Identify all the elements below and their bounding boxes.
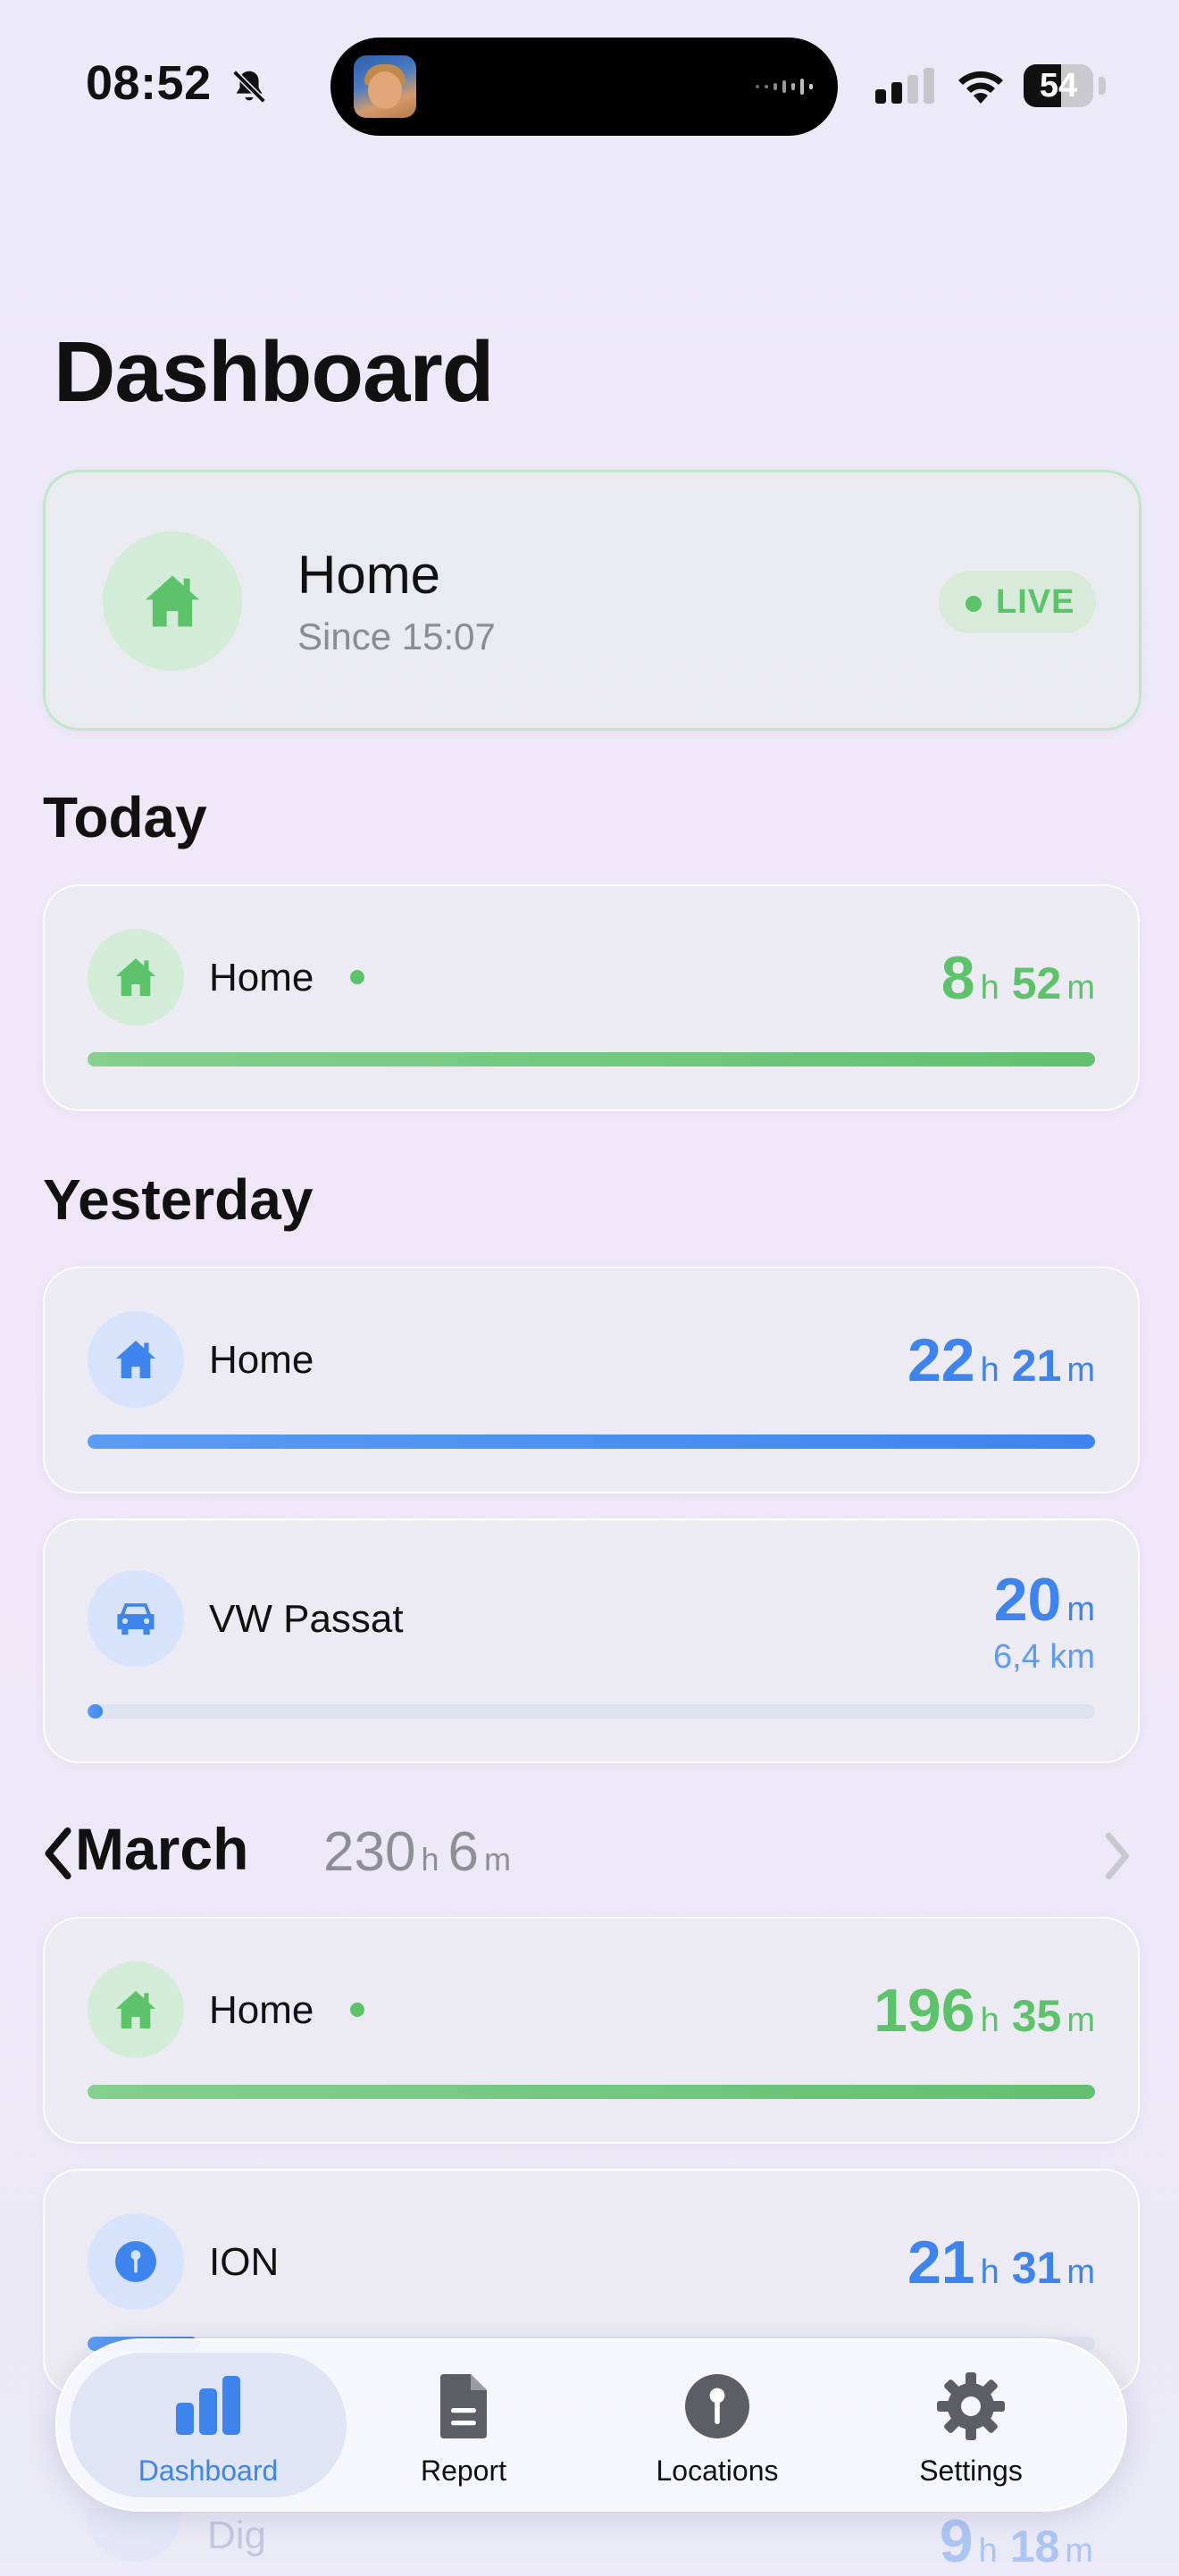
duration-value: 21 h 31 m bbox=[907, 2229, 1095, 2296]
duration-bar bbox=[88, 1052, 1095, 1066]
house-icon bbox=[115, 958, 156, 996]
duration-bar-fill bbox=[88, 1434, 1095, 1449]
tab-label: Report bbox=[420, 2455, 507, 2487]
battery-cap bbox=[1099, 77, 1106, 95]
home-icon-circle bbox=[88, 929, 184, 1025]
active-dot bbox=[350, 970, 364, 984]
duration-bar bbox=[88, 2085, 1095, 2099]
duration-value: 196 h 35 m bbox=[874, 1977, 1095, 2045]
duration-bar-fill bbox=[88, 1704, 103, 1719]
location-pin-icon-circle bbox=[88, 2213, 184, 2310]
current-location-name: Home bbox=[297, 545, 441, 605]
next-month-chevron-icon[interactable] bbox=[1100, 1831, 1133, 1881]
previous-month-chevron-icon[interactable] bbox=[41, 1826, 77, 1881]
yesterday-car-card[interactable]: VW Passat 20 m 6,4 km bbox=[43, 1518, 1140, 1763]
document-icon bbox=[440, 2374, 487, 2438]
house-icon bbox=[145, 575, 200, 627]
status-time: 08:52 bbox=[86, 56, 212, 110]
duration-bar-fill bbox=[88, 1052, 1095, 1066]
live-badge: LIVE bbox=[939, 571, 1096, 633]
audio-waveform-icon bbox=[756, 79, 813, 95]
house-icon bbox=[115, 1341, 156, 1378]
location-pin-icon bbox=[115, 2241, 156, 2282]
cellular-signal-icon bbox=[875, 68, 934, 104]
house-icon bbox=[115, 1991, 156, 2028]
bell-muted-icon bbox=[232, 70, 266, 104]
live-label: LIVE bbox=[996, 583, 1075, 621]
distance-value: 6,4 km bbox=[992, 1638, 1095, 1676]
car-icon-circle bbox=[88, 1570, 184, 1667]
location-name: Home bbox=[209, 1988, 314, 2032]
wifi-icon bbox=[958, 71, 1003, 104]
month-total: 230 h 6 m bbox=[323, 1821, 511, 1883]
month-label: March bbox=[75, 1816, 249, 1882]
yesterday-home-card[interactable]: Home 22 h 21 m bbox=[43, 1267, 1140, 1493]
live-dot bbox=[966, 596, 982, 612]
month-home-card[interactable]: Home 196 h 35 m bbox=[43, 1917, 1140, 2144]
location-pin-icon-circle bbox=[86, 2508, 182, 2562]
tab-label: Dashboard bbox=[138, 2455, 279, 2487]
location-name: Dig bbox=[207, 2513, 267, 2557]
chart-bar-icon bbox=[176, 2376, 240, 2435]
tab-label: Locations bbox=[656, 2455, 779, 2487]
active-dot bbox=[350, 2003, 364, 2017]
current-location-card[interactable]: Home Since 15:07 LIVE bbox=[43, 470, 1141, 731]
tab-label: Settings bbox=[919, 2455, 1023, 2487]
car-icon bbox=[117, 1603, 155, 1635]
vehicle-name: VW Passat bbox=[209, 1597, 404, 1641]
gear-icon bbox=[937, 2372, 1005, 2440]
duration-bar bbox=[88, 1434, 1095, 1449]
section-yesterday: Yesterday bbox=[43, 1167, 314, 1232]
duration-value: 20 m bbox=[993, 1566, 1095, 1634]
tab-locations[interactable]: Locations bbox=[579, 2353, 856, 2497]
home-icon-circle bbox=[88, 1961, 184, 2058]
duration-bar bbox=[88, 1704, 1095, 1719]
tab-dashboard[interactable]: Dashboard bbox=[70, 2353, 347, 2497]
current-location-icon-circle bbox=[103, 531, 242, 671]
battery-percent: 54 bbox=[1039, 67, 1078, 105]
today-home-card[interactable]: Home 8 h 52 m bbox=[43, 884, 1140, 1111]
tab-settings[interactable]: Settings bbox=[832, 2353, 1109, 2497]
current-location-since: Since 15:07 bbox=[297, 615, 496, 657]
duration-bar-fill bbox=[88, 2085, 1095, 2099]
home-icon-circle bbox=[88, 1311, 184, 1408]
page-title: Dashboard bbox=[54, 324, 494, 420]
tab-bar: Dashboard Report Locations Settings bbox=[55, 2338, 1127, 2512]
month-dig-card-partial[interactable]: Dig 9 h 18 m bbox=[43, 2507, 1136, 2575]
location-name: ION bbox=[209, 2240, 280, 2284]
battery-indicator: 54 bbox=[1024, 64, 1093, 107]
location-name: Home bbox=[209, 956, 314, 999]
now-playing-artwork[interactable] bbox=[354, 55, 416, 118]
duration-value: 22 h 21 m bbox=[907, 1326, 1095, 1394]
location-pin-icon bbox=[685, 2374, 749, 2438]
duration-value: 8 h 52 m bbox=[941, 944, 1095, 1012]
section-today: Today bbox=[43, 785, 207, 849]
tab-report[interactable]: Report bbox=[325, 2353, 602, 2497]
duration-value: 9 h 18 m bbox=[939, 2507, 1093, 2575]
location-name: Home bbox=[209, 1338, 314, 1382]
